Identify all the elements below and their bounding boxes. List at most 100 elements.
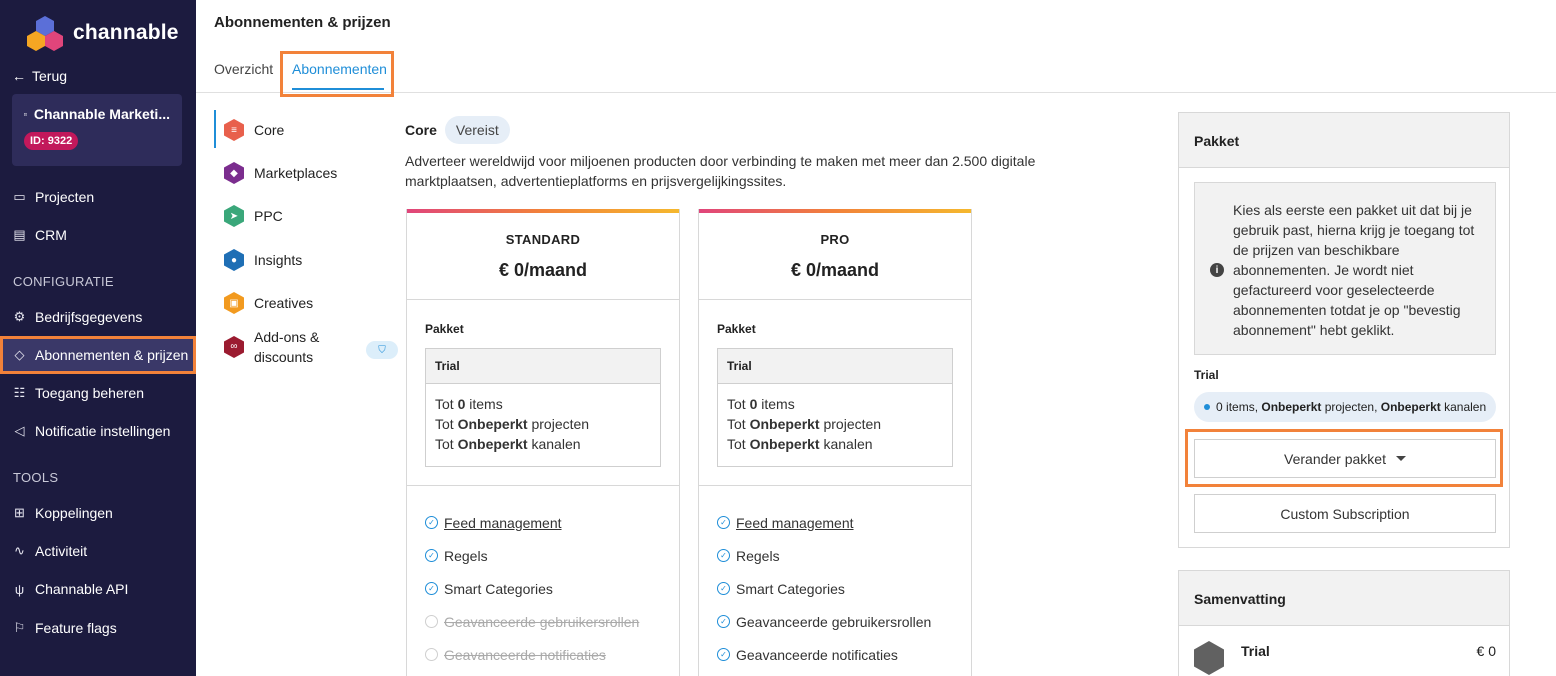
package-box: Trial Tot 0 items Tot Onbeperkt projecten T… — [425, 348, 661, 467]
section-heading: Core Vereist — [405, 116, 510, 144]
plan-card[interactable]: STANDARD € 0/maand Pakket Trial Tot 0 items T… — [406, 209, 680, 676]
info-box: i Kies als eerste een pakket uit dat bij… — [1194, 182, 1496, 355]
category-insights[interactable]: ● Insights — [224, 249, 394, 271]
sidebar-item-label: Feature flags — [35, 620, 117, 636]
feature-item[interactable]: ✓ Feed management — [717, 506, 971, 539]
feature-label: Smart Categories — [736, 580, 845, 597]
feature-label: Geavanceerde gebruikersrollen — [736, 613, 932, 630]
check-circle-icon: ✓ — [425, 648, 438, 661]
page-title: Abonnementen & prijzen — [214, 14, 391, 31]
flag-icon: ⚐ — [13, 620, 26, 635]
package-label: Pakket — [425, 322, 464, 336]
tab-highlight-box — [280, 51, 394, 97]
package-box-title: Trial — [426, 349, 660, 384]
sidebar-item-feature-flags[interactable]: ⚐ Feature flags — [0, 611, 196, 645]
package-card: Pakket i Kies als eerste een pakket uit … — [1178, 112, 1510, 548]
category-creatives[interactable]: ▣ Creatives — [224, 292, 394, 314]
plan-name: STANDARD — [505, 232, 581, 247]
feature-item[interactable]: ✓ Feed management — [425, 506, 679, 539]
shield-icon: ⛉ — [366, 341, 398, 359]
tag-icon: ◇ — [14, 347, 25, 362]
plan-accent-bar — [407, 209, 679, 213]
sidebar-item-activiteit[interactable]: ∿ Activiteit — [0, 534, 196, 568]
check-circle-icon: ✓ — [717, 648, 730, 661]
button-label: Custom Subscription — [1280, 505, 1410, 522]
category-marketplaces[interactable]: ◆ Marketplaces — [224, 162, 394, 184]
feature-item: ✓ Geavanceerde gebruikersrollen — [717, 605, 971, 638]
sidebar-item-notificaties[interactable]: ◁ Notificatie instellingen — [0, 414, 196, 448]
category-label: Marketplaces — [254, 165, 338, 181]
info-text: Kies als eerste een pakket uit dat bij j… — [1233, 202, 1475, 338]
sidebar-item-crm[interactable]: ▤ CRM — [0, 218, 196, 252]
package-label: Pakket — [717, 322, 756, 336]
pulse-icon: ∿ — [14, 543, 25, 558]
feature-label: Feed management — [444, 514, 562, 531]
check-circle-icon: ✓ — [425, 516, 438, 529]
brand-logo[interactable]: channable — [26, 14, 179, 52]
megaphone-icon: ◁ — [14, 423, 25, 438]
feature-label: Geavanceerde gebruikersrollen — [444, 613, 640, 630]
organization-switcher[interactable]: Channable Marketi... ID: 9322 — [12, 94, 182, 166]
package-summary-pill: 0 items, Onbeperkt projecten, Onbeperkt … — [1194, 392, 1497, 422]
back-link[interactable]: ← Terug — [12, 68, 67, 84]
status-dot-icon — [1204, 404, 1210, 410]
users-icon: ☷ — [13, 385, 26, 400]
marketplaces-icon: ◆ — [224, 162, 244, 184]
check-circle-icon: ✓ — [425, 615, 438, 628]
addons-icon: ∞ — [224, 336, 244, 358]
category-addons[interactable]: ∞ Add-ons & discounts — [224, 327, 354, 367]
page-header: Abonnementen & prijzen Overzicht Abonnem… — [196, 0, 1556, 97]
active-category-indicator — [214, 110, 216, 148]
package-box-title: Trial — [718, 349, 952, 384]
check-circle-icon: ✓ — [717, 516, 730, 529]
insights-icon: ● — [224, 249, 244, 271]
sidebar-item-bedrijfsgegevens[interactable]: ⚙ Bedrijfsgegevens — [0, 300, 196, 334]
summary-card: Samenvatting Trial € 0 — [1178, 570, 1510, 676]
book-icon: ▤ — [13, 227, 26, 242]
sidebar-item-projecten[interactable]: ▭ Projecten — [0, 180, 196, 214]
sidebar-item-api[interactable]: ψ Channable API — [0, 572, 196, 606]
plug-icon: ψ — [14, 581, 25, 597]
category-ppc[interactable]: ➤ PPC — [224, 205, 394, 227]
sidebar-item-koppelingen[interactable]: ⊞ Koppelingen — [0, 496, 196, 530]
building-icon — [24, 112, 27, 116]
category-label: PPC — [254, 208, 283, 224]
main-content: Abonnementen & prijzen Overzicht Abonnem… — [196, 0, 1556, 676]
gear-icon: ⚙ — [13, 309, 26, 324]
sidebar-item-label: Activiteit — [35, 543, 88, 559]
check-circle-icon: ✓ — [425, 582, 438, 595]
organization-id-badge: ID: 9322 — [24, 132, 79, 150]
creatives-icon: ▣ — [224, 292, 244, 314]
summary-card-title: Samenvatting — [1179, 571, 1509, 626]
brand-name: channable — [73, 21, 179, 44]
feature-item: ✓ Smart Categories — [425, 572, 679, 605]
arrow-left-icon: ← — [12, 68, 26, 84]
change-package-button[interactable]: Verander pakket — [1194, 439, 1496, 478]
folder-icon: ▭ — [13, 189, 26, 204]
ppc-icon: ➤ — [224, 205, 244, 227]
summary-row: Trial € 0 — [1194, 641, 1496, 675]
feature-item: ✓ Smart Categories — [717, 572, 971, 605]
package-summary-text: 0 items, Onbeperkt projecten, Onbeperkt … — [1216, 400, 1487, 414]
custom-subscription-button[interactable]: Custom Subscription — [1194, 494, 1496, 533]
feature-label: Smart Categories — [444, 580, 553, 597]
sidebar-item-label: CRM — [35, 227, 67, 243]
sidebar-item-label: Notificatie instellingen — [35, 423, 171, 439]
divider — [407, 299, 679, 300]
check-circle-icon: ✓ — [717, 549, 730, 562]
check-circle-icon: ✓ — [717, 582, 730, 595]
category-label: Creatives — [254, 295, 314, 311]
sidebar-item-abonnementen[interactable]: ◇ Abonnementen & prijzen — [0, 336, 196, 374]
category-core[interactable]: ≡ Core — [224, 119, 394, 141]
sidebar-item-label: Koppelingen — [35, 505, 113, 521]
feature-label: Geavanceerde notificaties — [736, 646, 898, 663]
plan-price: € 0/maand — [790, 260, 880, 280]
divider — [699, 299, 971, 300]
plan-accent-bar — [699, 209, 971, 213]
section-title: Core — [405, 122, 437, 138]
plan-card[interactable]: PRO € 0/maand Pakket Trial Tot 0 items Tot On… — [698, 209, 972, 676]
sidebar-item-label: Channable API — [35, 581, 129, 597]
tab-overzicht[interactable]: Overzicht — [214, 61, 273, 77]
package-hex-icon — [1194, 641, 1224, 675]
sidebar-item-toegang[interactable]: ☷ Toegang beheren — [0, 376, 196, 410]
